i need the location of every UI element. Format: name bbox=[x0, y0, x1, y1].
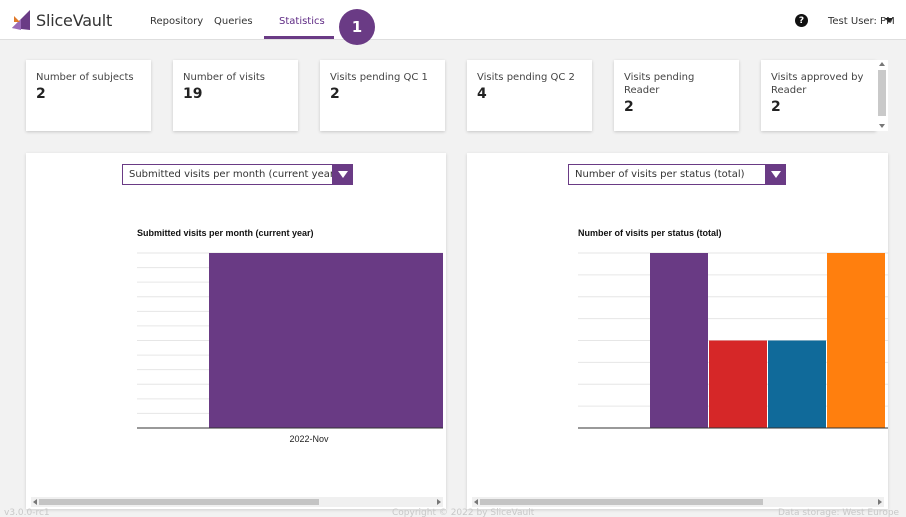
app-logo[interactable]: SliceVault bbox=[10, 8, 112, 32]
submitted-visits-chart: 2022-Nov bbox=[137, 252, 443, 444]
chart-title: Submitted visits per month (current year… bbox=[137, 228, 314, 238]
x-tick-label: 2022-Nov bbox=[289, 434, 329, 444]
chart-title: Number of visits per status (total) bbox=[578, 228, 722, 238]
bar bbox=[709, 340, 767, 428]
stat-label: Visits pending Reader bbox=[624, 72, 695, 96]
bar bbox=[209, 253, 443, 428]
visits-per-status-chart bbox=[578, 252, 888, 429]
app-name: SliceVault bbox=[36, 10, 113, 30]
scroll-left-icon[interactable] bbox=[474, 499, 478, 505]
scroll-right-icon[interactable] bbox=[878, 499, 882, 505]
question-circle-icon[interactable]: ? bbox=[795, 14, 808, 27]
bar bbox=[827, 253, 885, 428]
stat-label: Visits approved by Reader bbox=[771, 72, 864, 96]
stat-label: Number of visits bbox=[183, 72, 265, 83]
chart-type-select-left[interactable]: Submitted visits per month (current year… bbox=[122, 164, 353, 185]
bar bbox=[768, 340, 826, 428]
dropdown-triangle-icon[interactable] bbox=[765, 164, 786, 185]
left-panel-hscrollbar[interactable] bbox=[31, 497, 443, 507]
stat-label: Visits pending QC 2 bbox=[477, 72, 575, 83]
stat-card-visits: Number of visits 19 bbox=[173, 60, 298, 131]
scroll-right-icon[interactable] bbox=[437, 499, 441, 505]
right-panel-hscrollbar[interactable] bbox=[472, 497, 884, 507]
select-value: Number of visits per status (total) bbox=[575, 169, 745, 180]
stat-value: 2 bbox=[36, 86, 46, 102]
footer-version: v3.0.0-rc1 bbox=[4, 508, 50, 517]
nav-queries[interactable]: Queries bbox=[214, 16, 253, 27]
slicevault-logo-icon bbox=[12, 10, 30, 30]
cards-scrollbar[interactable] bbox=[876, 60, 888, 131]
stat-label: Visits pending QC 1 bbox=[330, 72, 428, 83]
stat-label: Number of subjects bbox=[36, 72, 134, 83]
stat-card-pending-qc2: Visits pending QC 2 4 bbox=[467, 60, 592, 131]
active-nav-underline bbox=[264, 36, 334, 39]
stat-value: 2 bbox=[771, 99, 781, 115]
chevron-down-icon[interactable] bbox=[885, 18, 893, 23]
scroll-down-icon[interactable] bbox=[879, 124, 885, 128]
top-header: SliceVault Repository Queries Statistics… bbox=[0, 0, 906, 40]
scroll-up-icon[interactable] bbox=[879, 62, 885, 66]
stat-card-pending-reader: Visits pending Reader 2 bbox=[614, 60, 739, 131]
scrollbar-thumb[interactable] bbox=[39, 499, 319, 505]
step-badge: 1 bbox=[339, 9, 375, 45]
chart-panel-left: Submitted visits per month (current year… bbox=[26, 153, 446, 509]
stat-value: 4 bbox=[477, 86, 487, 102]
scrollbar-thumb[interactable] bbox=[878, 70, 886, 116]
chart-type-select-right[interactable]: Number of visits per status (total) bbox=[568, 164, 786, 185]
scrollbar-thumb[interactable] bbox=[480, 499, 763, 505]
dropdown-triangle-icon[interactable] bbox=[332, 164, 353, 185]
stat-card-approved-reader: Visits approved by Reader 2 bbox=[761, 60, 876, 131]
bar bbox=[650, 253, 708, 428]
stat-card-subjects: Number of subjects 2 bbox=[26, 60, 151, 131]
nav-statistics[interactable]: Statistics bbox=[279, 16, 325, 27]
stat-value: 2 bbox=[624, 99, 634, 115]
footer-copyright: Copyright © 2022 by SliceVault bbox=[392, 508, 535, 517]
chart-panel-right: Number of visits per status (total) Numb… bbox=[467, 153, 888, 509]
stat-card-pending-qc1: Visits pending QC 1 2 bbox=[320, 60, 445, 131]
footer-storage: Data storage: West Europe bbox=[778, 508, 900, 517]
stat-value: 19 bbox=[183, 86, 203, 102]
scroll-left-icon[interactable] bbox=[33, 499, 37, 505]
stat-value: 2 bbox=[330, 86, 340, 102]
select-value: Submitted visits per month (current year… bbox=[129, 169, 338, 180]
nav-repository[interactable]: Repository bbox=[150, 16, 203, 27]
